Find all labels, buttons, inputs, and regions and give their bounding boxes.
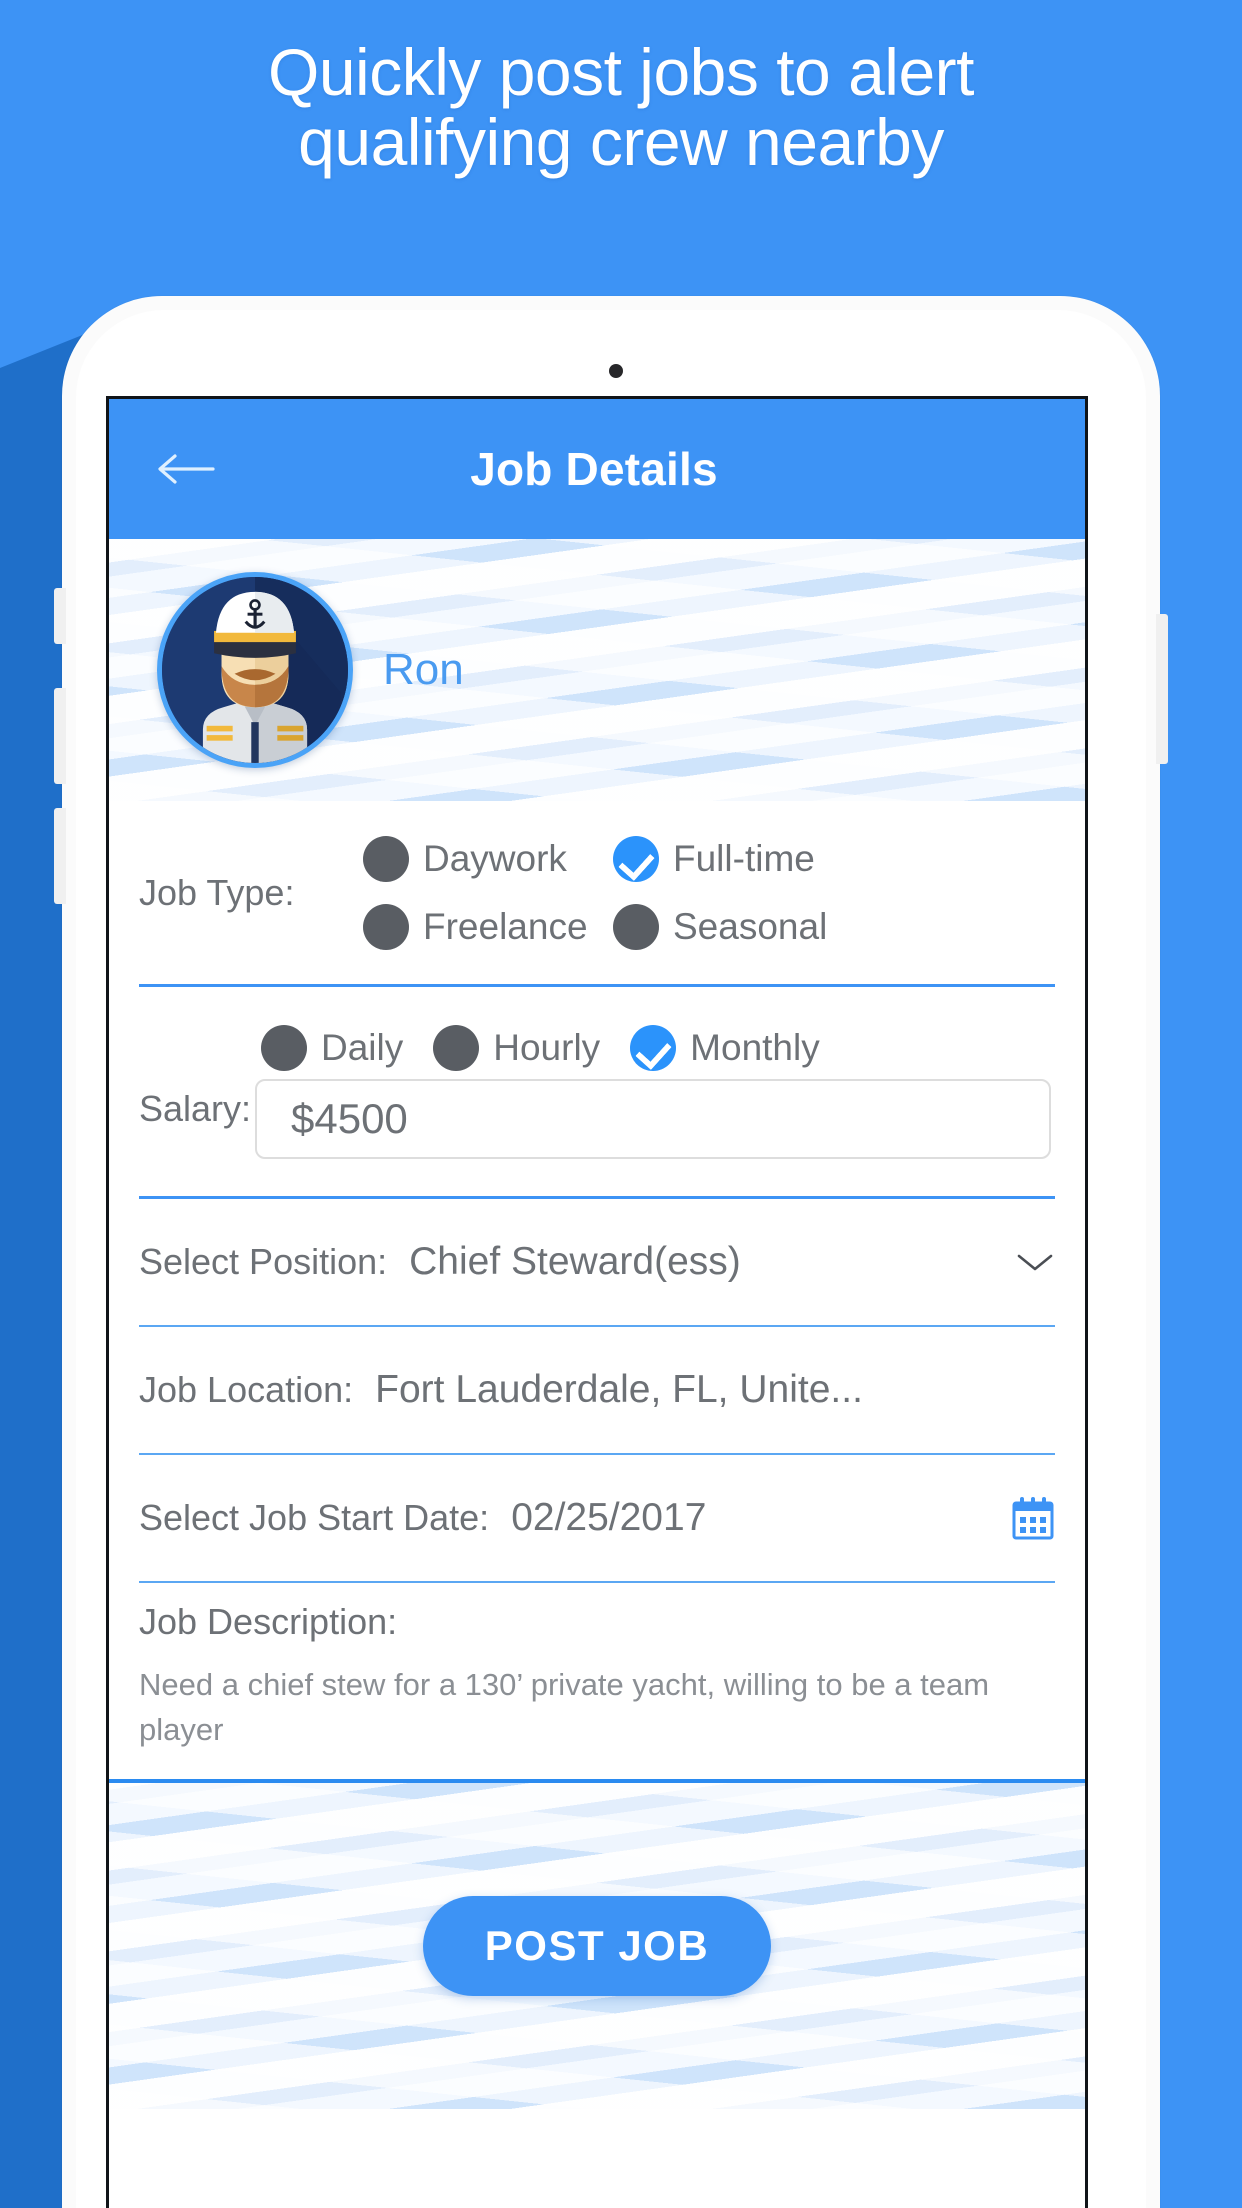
select-position-value: Chief Steward(ess): [409, 1240, 741, 1283]
chevron-down-icon[interactable]: [1015, 1250, 1055, 1274]
job-details-form: Job Type: Daywork Full-time Freelance Se…: [109, 801, 1085, 1779]
volume-up-button[interactable]: [54, 688, 66, 784]
job-start-date-row[interactable]: Select Job Start Date: 02/25/2017: [139, 1455, 1055, 1583]
salary-row: Salary: Daily Hourly Monthly $4500: [139, 987, 1055, 1199]
radio-hourly[interactable]: [433, 1024, 480, 1071]
job-description-label: Job Description:: [139, 1601, 398, 1642]
headline-line-2: qualifying crew nearby: [298, 104, 944, 179]
job-type-option-label: Freelance: [423, 905, 588, 947]
job-type-option-full-time[interactable]: Full-time: [613, 835, 863, 882]
job-location-label: Job Location:: [139, 1369, 354, 1410]
job-type-option-freelance[interactable]: Freelance: [363, 903, 613, 950]
volume-down-button[interactable]: [54, 808, 66, 904]
job-description-block: Job Description: Need a chief stew for a…: [139, 1583, 1055, 1779]
radio-daywork[interactable]: [363, 835, 409, 882]
salary-option-monthly[interactable]: Monthly: [630, 1024, 820, 1071]
calendar-icon[interactable]: [1011, 1495, 1055, 1541]
radio-full-time[interactable]: [613, 835, 659, 882]
job-start-date-value: 02/25/2017: [511, 1496, 707, 1539]
phone-mockup: Job Details Ron Job Type: Daywork Full-t…: [54, 296, 1168, 2208]
power-button[interactable]: [1156, 614, 1168, 764]
select-position-row[interactable]: Select Position: Chief Steward(ess): [139, 1199, 1055, 1327]
job-type-options: Daywork Full-time Freelance Seasonal: [363, 835, 863, 950]
job-type-option-label: Daywork: [423, 837, 567, 879]
salary-option-daily[interactable]: Daily: [261, 1024, 404, 1071]
proximity-sensor-icon: [609, 364, 623, 378]
salary-label: Salary:: [139, 1087, 252, 1129]
salary-input[interactable]: $4500: [255, 1078, 1051, 1159]
job-start-date-label: Select Job Start Date:: [139, 1497, 490, 1538]
job-type-label: Job Type:: [139, 871, 295, 913]
job-type-option-label: Full-time: [673, 837, 815, 879]
salary-option-label: Hourly: [493, 1026, 601, 1068]
headline-line-1: Quickly post jobs to alert: [268, 35, 974, 109]
page-title: Job Details: [470, 443, 718, 495]
salary-controls: Daily Hourly Monthly $4500: [255, 1024, 1055, 1159]
salary-options: Daily Hourly Monthly: [255, 1024, 1055, 1071]
job-location-row[interactable]: Job Location: Fort Lauderdale, FL, Unite…: [139, 1327, 1055, 1455]
captain-avatar: [157, 572, 353, 768]
back-arrow-icon[interactable]: [155, 449, 217, 489]
salary-option-hourly[interactable]: Hourly: [433, 1024, 601, 1071]
job-location-value: Fort Lauderdale, FL, Unite...: [375, 1368, 863, 1411]
job-description-value[interactable]: Need a chief stew for a 130’ private yac…: [139, 1663, 1019, 1753]
radio-freelance[interactable]: [363, 903, 409, 950]
promo-headline: Quickly post jobs to alert qualifying cr…: [0, 35, 1242, 179]
post-job-button[interactable]: POST JOB: [422, 1895, 772, 1996]
salary-option-label: Daily: [321, 1026, 404, 1068]
radio-monthly[interactable]: [630, 1024, 677, 1071]
phone-screen: Job Details Ron Job Type: Daywork Full-t…: [106, 396, 1088, 2208]
salary-option-label: Monthly: [690, 1026, 820, 1068]
silent-switch-button[interactable]: [54, 588, 66, 644]
radio-seasonal[interactable]: [613, 903, 659, 950]
radio-daily[interactable]: [261, 1024, 307, 1071]
profile-name: Ron: [383, 645, 464, 694]
app-bar: Job Details: [109, 399, 1085, 539]
job-type-option-seasonal[interactable]: Seasonal: [613, 903, 863, 950]
job-type-row: Job Type: Daywork Full-time Freelance Se…: [139, 801, 1055, 987]
job-type-option-label: Seasonal: [673, 905, 828, 947]
footer-area: POST JOB: [109, 1778, 1085, 2109]
profile-header: Ron: [109, 539, 1085, 801]
job-type-option-daywork[interactable]: Daywork: [363, 835, 613, 882]
select-position-label: Select Position:: [139, 1241, 388, 1282]
